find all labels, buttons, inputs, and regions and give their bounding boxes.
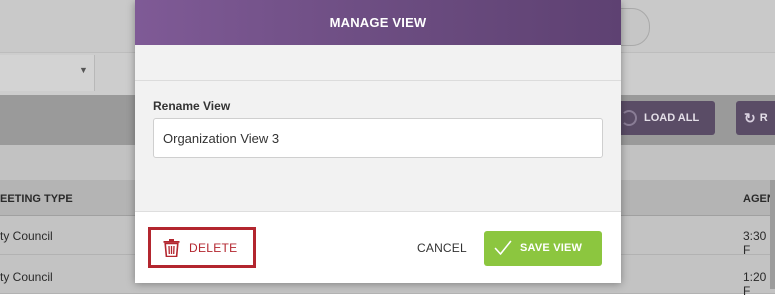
modal-title: MANAGE VIEW [330,15,427,30]
cell-meeting-type: ty Council [0,229,53,243]
delete-button[interactable]: DELETE [153,232,251,263]
refresh-icon: ↻ [744,110,756,127]
delete-label: DELETE [189,241,237,255]
manage-view-modal: MANAGE VIEW Rename View DELETE CANCEL SA… [135,0,621,282]
column-header-meeting-type[interactable]: EETING TYPE [0,193,73,205]
checkmark-icon [494,239,512,257]
refresh-icon [621,110,637,126]
scrollbar[interactable] [770,180,775,289]
rename-view-label: Rename View [153,99,230,113]
cell-meeting-type: ty Council [0,270,53,284]
cancel-button[interactable]: CANCEL [417,241,467,255]
rename-view-input[interactable] [153,118,603,158]
refresh-button[interactable]: ↻ R [736,101,775,135]
load-all-label: LOAD ALL [644,112,699,124]
chevron-down-icon: ▼ [79,65,88,75]
save-view-label: SAVE VIEW [520,242,582,254]
divider [135,80,621,81]
trash-icon [163,239,180,257]
modal-footer: DELETE CANCEL SAVE VIEW [135,211,621,283]
load-all-button[interactable]: LOAD ALL [612,101,715,135]
refresh-label: R [760,112,768,124]
save-view-button[interactable]: SAVE VIEW [484,231,602,266]
modal-header: MANAGE VIEW [135,0,621,45]
